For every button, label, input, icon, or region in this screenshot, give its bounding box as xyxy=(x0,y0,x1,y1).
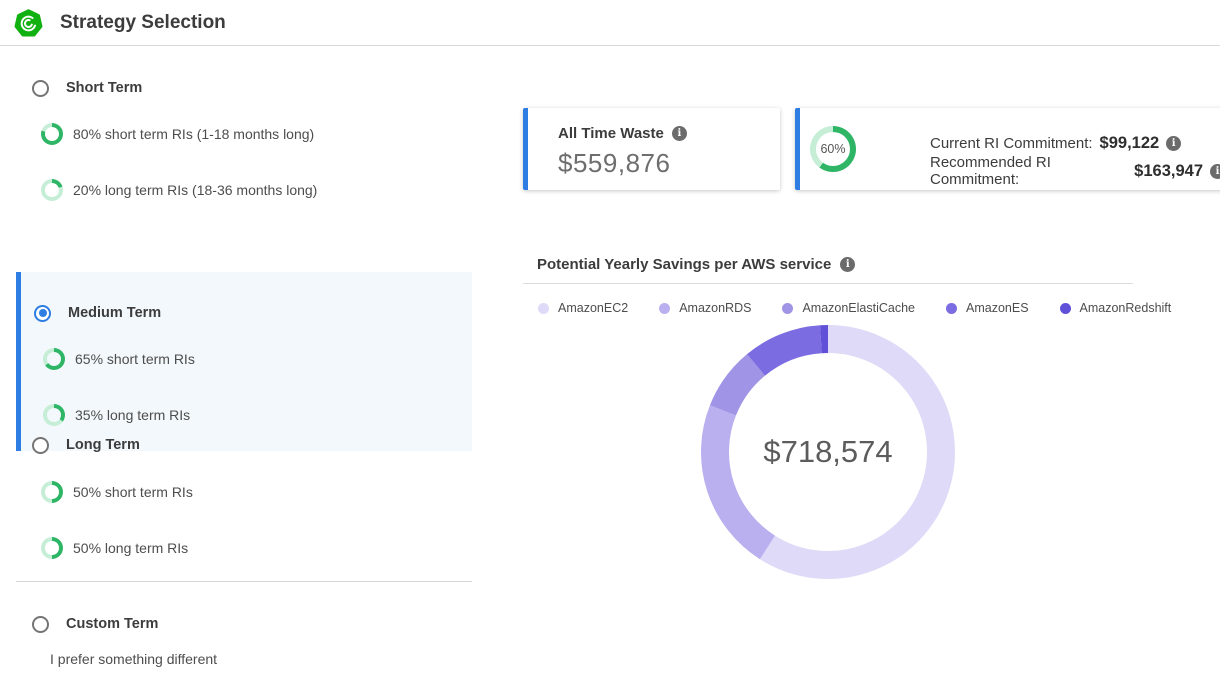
info-icon[interactable]: i xyxy=(840,257,855,272)
chart-divider xyxy=(523,283,1133,284)
donut-segment-AmazonES[interactable] xyxy=(756,339,821,365)
current-commitment-value: $99,122 xyxy=(1100,134,1160,153)
option-label: Custom Term xyxy=(66,616,158,632)
legend-dot xyxy=(782,303,793,314)
commitment-percent-label: 60% xyxy=(816,132,850,166)
current-commitment-row: Current RI Commitment: $99,122 i xyxy=(930,133,1181,153)
option-custom-term[interactable]: Custom Term xyxy=(16,613,158,635)
donut-segment-AmazonRDS[interactable] xyxy=(715,410,767,547)
legend-label: AmazonEC2 xyxy=(558,301,628,315)
cloudability-logo-icon xyxy=(14,9,43,38)
recommended-commitment-row: Recommended RI Commitment: $163,947 i xyxy=(930,161,1220,181)
legend-dot xyxy=(659,303,670,314)
commitment-percent-ring: 60% xyxy=(810,126,856,172)
split-label: 35% long term RIs xyxy=(75,407,190,423)
waste-value: $559,876 xyxy=(558,148,670,179)
header: Strategy Selection xyxy=(0,0,1220,46)
legend-item-amazonredshift[interactable]: AmazonRedshift xyxy=(1060,301,1172,315)
legend-label: AmazonElastiCache xyxy=(802,301,915,315)
sidebar-divider xyxy=(16,581,472,582)
legend-label: AmazonRedshift xyxy=(1080,301,1172,315)
info-icon[interactable]: i xyxy=(672,126,687,141)
ri-commitment-card: 60% Current RI Commitment: $99,122 i Rec… xyxy=(795,108,1220,190)
page-title: Strategy Selection xyxy=(60,12,226,34)
legend-item-amazonrds[interactable]: AmazonRDS xyxy=(659,301,751,315)
long-term-split-2: 50% long term RIs xyxy=(16,537,188,559)
all-time-waste-card: All Time Waste i $559,876 xyxy=(523,108,780,190)
strategy-sidebar: Short Term 80% short term RIs (1-18 mont… xyxy=(16,46,472,691)
info-icon[interactable]: i xyxy=(1210,164,1220,179)
radio-custom-term[interactable] xyxy=(32,616,49,633)
option-short-term[interactable]: Short Term xyxy=(16,77,142,99)
strategy-selection-page: Strategy Selection Short Term 80% short … xyxy=(0,0,1220,691)
progress-ring-65 xyxy=(43,348,65,370)
option-medium-term[interactable]: Medium Term xyxy=(18,302,161,324)
progress-ring-80 xyxy=(41,123,63,145)
split-label: 50% short term RIs xyxy=(73,484,193,500)
option-label: Long Term xyxy=(66,437,140,453)
long-term-split-1: 50% short term RIs xyxy=(16,481,193,503)
progress-ring-35 xyxy=(43,404,65,426)
donut-segment-AmazonEC2[interactable] xyxy=(767,339,941,565)
legend-dot xyxy=(946,303,957,314)
legend-item-amazonec2[interactable]: AmazonEC2 xyxy=(538,301,628,315)
current-commitment-label: Current RI Commitment: xyxy=(930,135,1093,152)
recommended-commitment-value: $163,947 xyxy=(1134,162,1203,181)
short-term-split-2: 20% long term RIs (18-36 months long) xyxy=(16,179,317,201)
radio-long-term[interactable] xyxy=(32,437,49,454)
chart-title: Potential Yearly Savings per AWS service xyxy=(537,256,831,273)
progress-ring-20 xyxy=(41,179,63,201)
savings-donut-chart[interactable] xyxy=(698,322,958,582)
info-icon[interactable]: i xyxy=(1166,136,1181,151)
custom-term-description: I prefer something different xyxy=(50,651,217,667)
donut-segment-AmazonElastiCache[interactable] xyxy=(723,365,756,410)
chart-title-row: Potential Yearly Savings per AWS service… xyxy=(537,256,855,273)
split-label: 65% short term RIs xyxy=(75,351,195,367)
short-term-split-1: 80% short term RIs (1-18 months long) xyxy=(16,123,314,145)
progress-ring-50a xyxy=(41,481,63,503)
option-label: Medium Term xyxy=(68,305,161,321)
radio-short-term[interactable] xyxy=(32,80,49,97)
progress-ring-50b xyxy=(41,537,63,559)
option-long-term[interactable]: Long Term xyxy=(16,434,140,456)
medium-term-split-2: 35% long term RIs xyxy=(18,404,190,426)
option-medium-term-panel[interactable]: Medium Term 65% short term RIs 35% long … xyxy=(16,272,472,451)
split-label: 20% long term RIs (18-36 months long) xyxy=(73,182,317,198)
legend-item-amazonelasticache[interactable]: AmazonElastiCache xyxy=(782,301,915,315)
split-label: 50% long term RIs xyxy=(73,540,188,556)
legend-dot xyxy=(1060,303,1071,314)
legend-item-amazones[interactable]: AmazonES xyxy=(946,301,1029,315)
option-label: Short Term xyxy=(66,80,142,96)
recommended-commitment-label: Recommended RI Commitment: xyxy=(930,154,1127,188)
legend-label: AmazonRDS xyxy=(679,301,751,315)
medium-term-split-1: 65% short term RIs xyxy=(18,348,195,370)
legend-dot xyxy=(538,303,549,314)
legend-label: AmazonES xyxy=(966,301,1029,315)
split-label: 80% short term RIs (1-18 months long) xyxy=(73,126,314,142)
radio-medium-term-selected[interactable] xyxy=(34,305,51,322)
waste-card-title: All Time Waste xyxy=(558,125,664,142)
chart-legend: AmazonEC2 AmazonRDS AmazonElastiCache Am… xyxy=(538,301,1202,315)
